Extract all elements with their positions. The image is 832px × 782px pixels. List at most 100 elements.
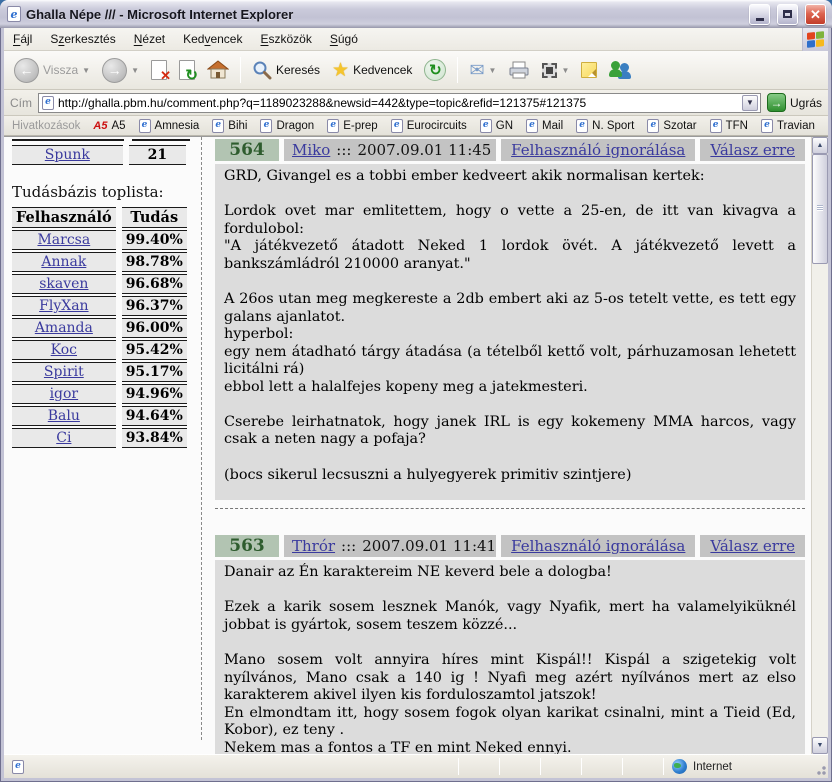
link-eurocircuits[interactable]: eEurocircuits (391, 119, 467, 133)
toolbar-separator (240, 57, 241, 83)
author-link[interactable]: Miko (292, 141, 330, 159)
search-button[interactable]: Keresés (248, 58, 324, 82)
link-page-icon: e (576, 119, 588, 133)
status-pane (541, 755, 581, 778)
print-icon (508, 61, 530, 79)
link-nsport[interactable]: eN. Sport (576, 119, 634, 133)
user-link[interactable]: skaven (39, 276, 88, 292)
menu-edit[interactable]: Szerkesztés (41, 29, 124, 49)
link-eprep[interactable]: eE-prep (327, 119, 378, 133)
user-link[interactable]: FlyXan (39, 298, 88, 314)
menu-favorites[interactable]: Kedvencek (174, 29, 251, 49)
scroll-up-button[interactable]: ▲ (812, 137, 828, 154)
user-link[interactable]: igor (50, 386, 79, 402)
status-pane (500, 755, 540, 778)
favorites-label: Kedvencek (353, 63, 412, 77)
user-link[interactable]: Koc (51, 342, 77, 358)
address-dropdown-button[interactable]: ▼ (742, 95, 758, 111)
ignore-user-link[interactable]: Felhasználó ignorálása (511, 141, 685, 159)
mail-dropdown-icon[interactable]: ▼ (489, 66, 497, 75)
menu-tools[interactable]: Eszközök (251, 29, 320, 49)
menu-view[interactable]: Nézet (125, 29, 174, 49)
author-link[interactable]: Thrór (292, 537, 335, 555)
a5-logo-icon: A5 (93, 120, 107, 132)
link-tfn[interactable]: eTFN (710, 119, 748, 133)
user-link-spunk[interactable]: Spunk (45, 147, 90, 163)
menu-help[interactable]: Súgó (321, 29, 367, 49)
user-score: 94.64% (122, 406, 187, 426)
menu-file[interactable]: Fájl (4, 29, 41, 49)
go-button[interactable]: → Ugrás (767, 93, 822, 112)
column-user: Felhasználó (12, 207, 116, 228)
link-mail[interactable]: eMail (526, 119, 563, 133)
scrollbar-track[interactable] (812, 154, 828, 737)
link-a5[interactable]: A5A5 (93, 120, 125, 132)
user-link[interactable]: Ci (56, 430, 71, 446)
maximize-button[interactable] (777, 4, 798, 25)
back-dropdown-icon[interactable]: ▼ (82, 66, 90, 75)
table-row: FlyXan96.37% (12, 296, 187, 316)
ignore-user-link[interactable]: Felhasználó ignorálása (511, 537, 685, 555)
scroll-down-button[interactable]: ▼ (812, 737, 828, 754)
edit-dropdown-icon[interactable]: ▼ (561, 66, 569, 75)
user-value: 21 (129, 145, 186, 165)
meta-separator: ::: (341, 537, 356, 555)
user-link[interactable]: Amanda (35, 320, 93, 336)
print-button[interactable] (504, 59, 534, 81)
sidebar: Spunk 21 Tudásbázis toplista: Felhasznál… (4, 137, 198, 754)
link-travian[interactable]: eTravian (761, 119, 815, 133)
user-score: 98.78% (122, 252, 187, 272)
user-link[interactable]: Annak (41, 254, 86, 270)
scrollbar-thumb[interactable] (812, 154, 828, 264)
address-input[interactable] (58, 96, 738, 110)
refresh-button[interactable]: ↻ (175, 58, 199, 82)
reply-link[interactable]: Válasz erre (710, 141, 795, 159)
history-icon: ↻ (424, 59, 446, 81)
status-pane (623, 755, 663, 778)
link-amnesia[interactable]: eAmnesia (139, 119, 200, 133)
user-link[interactable]: Balu (48, 408, 80, 424)
vertical-scrollbar[interactable]: ▲ ▼ (811, 137, 828, 754)
link-gn[interactable]: eGN (480, 119, 513, 133)
link-szotar[interactable]: eSzotar (647, 119, 696, 133)
resize-grip[interactable] (814, 755, 828, 778)
messenger-button[interactable] (605, 59, 637, 81)
close-button[interactable]: ✕ (805, 4, 826, 25)
reply-link[interactable]: Válasz erre (710, 537, 795, 555)
back-button[interactable]: ← Vissza ▼ (10, 56, 94, 85)
user-link[interactable]: Marcsa (37, 232, 90, 248)
link-page-icon: e (647, 119, 659, 133)
discuss-button[interactable] (577, 60, 601, 80)
windows-logo-icon (802, 28, 828, 51)
post-meta: Miko ::: 2007.09.01 11:45 i (284, 139, 496, 161)
stop-icon: ✕ (151, 60, 167, 80)
history-button[interactable]: ↻ (420, 57, 450, 83)
post-body: Danair az Én karaktereim NE keverd bele … (215, 560, 805, 754)
toplist-title: Tudásbázis toplista: (12, 183, 192, 201)
standard-toolbar: ← Vissza ▼ → ▼ ✕ ↻ Keresés (4, 51, 828, 90)
edit-button[interactable]: ▼ (538, 61, 573, 80)
mail-button[interactable]: ✉ ▼ (465, 59, 500, 81)
user-score: 93.84% (122, 428, 187, 448)
post-number: 563 (215, 535, 279, 557)
reply-action: Válasz erre (700, 139, 805, 161)
user-score: 95.42% (122, 340, 187, 360)
user-link[interactable]: Spirit (44, 364, 84, 380)
link-page-icon: e (710, 119, 722, 133)
post-separator (215, 508, 805, 509)
link-dragon[interactable]: eDragon (260, 119, 314, 133)
home-button[interactable] (203, 58, 233, 82)
forward-button[interactable]: → ▼ (98, 56, 143, 85)
favorites-button[interactable]: ★ Kedvencek (328, 59, 416, 82)
forward-dropdown-icon[interactable]: ▼ (131, 66, 139, 75)
minimize-button[interactable] (749, 4, 770, 25)
forum-thread: 564 Miko ::: 2007.09.01 11:45 i Felhaszn… (202, 137, 811, 754)
title-bar[interactable]: e Ghalla Népe /// - Microsoft Internet E… (0, 0, 832, 28)
link-bihi[interactable]: eBihi (212, 119, 247, 133)
go-label: Ugrás (790, 96, 822, 110)
link-page-icon: e (761, 119, 773, 133)
stop-button[interactable]: ✕ (147, 58, 171, 82)
table-row: Spirit95.17% (12, 362, 187, 382)
zone-label: Internet (693, 761, 732, 773)
ignore-user-action: Felhasználó ignorálása (501, 535, 695, 557)
